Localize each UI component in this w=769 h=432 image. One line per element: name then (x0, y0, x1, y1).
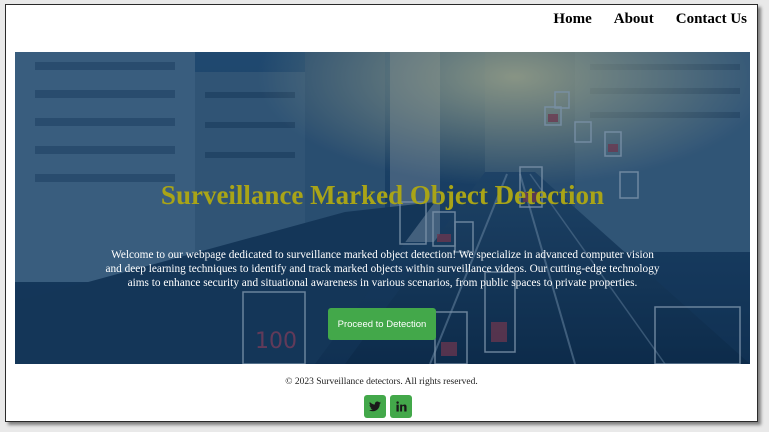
hero-description: Welcome to our webpage dedicated to surv… (105, 249, 660, 289)
hero-section: 100 Surveillance Marked Object Detection… (15, 52, 750, 364)
page-frame: Home About Contact Us 100 Surveillance M… (5, 4, 758, 422)
linkedin-button[interactable] (390, 395, 412, 418)
nav-about-link[interactable]: About (614, 11, 654, 28)
footer-copyright: © 2023 Surveillance detectors. All right… (285, 377, 478, 387)
nav-home-link[interactable]: Home (553, 11, 591, 28)
twitter-button[interactable] (364, 395, 386, 418)
nav-contact-link[interactable]: Contact Us (676, 11, 747, 28)
social-links (364, 395, 412, 418)
proceed-to-detection-button[interactable]: Proceed to Detection (328, 308, 436, 340)
top-nav: Home About Contact Us (553, 11, 747, 28)
linkedin-icon (395, 401, 407, 412)
page-title: Surveillance Marked Object Detection (160, 180, 605, 210)
twitter-icon (369, 401, 381, 412)
